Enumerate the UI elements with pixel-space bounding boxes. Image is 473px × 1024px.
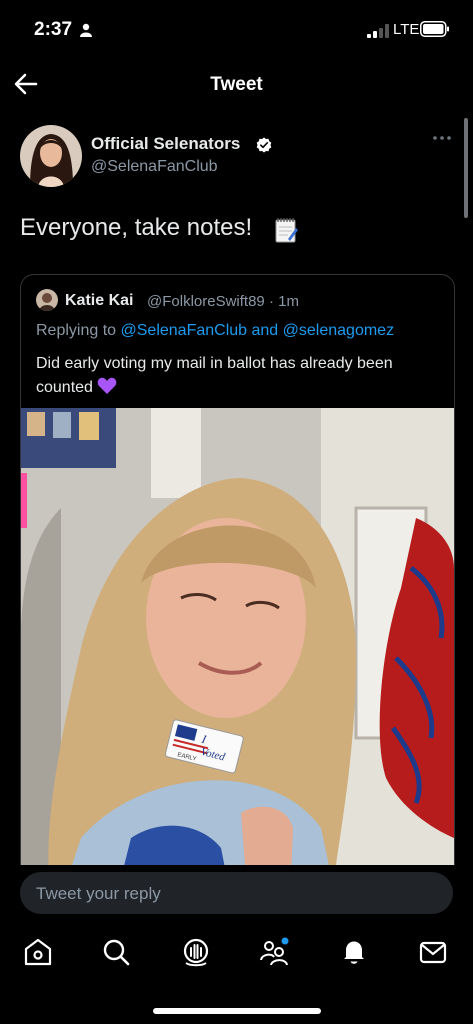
reply-mention-2[interactable]: @selenagomez — [283, 322, 394, 339]
reply-mention-1[interactable]: @SelenaFanClub — [121, 322, 248, 339]
quoted-text-block: Did early voting my mail in ballot has a… — [36, 352, 446, 400]
replying-prefix: Replying to — [36, 322, 117, 339]
battery-icon — [420, 21, 449, 37]
tweet: Official Selenators @SelenaFanClub Every… — [0, 110, 473, 865]
status-bar: 2:37 LTE — [0, 0, 473, 60]
home-indicator — [153, 1008, 321, 1014]
reply-input[interactable] — [34, 872, 438, 916]
reply-bar — [20, 872, 453, 916]
reply-and: and — [251, 322, 279, 339]
quoted-time: 1m — [278, 293, 299, 310]
home-icon[interactable] — [22, 936, 54, 968]
replying-to: Replying to @SelenaFanClub and @selenago… — [36, 322, 394, 340]
quoted-separator: · — [268, 293, 274, 310]
tab-bar — [0, 926, 473, 986]
quoted-meta: @FolkloreSwift89 · 1m — [147, 293, 299, 310]
spaces-icon[interactable] — [180, 936, 212, 968]
memo-icon — [275, 218, 298, 243]
author-name[interactable]: Official Selenators — [91, 134, 240, 154]
status-time: 2:37 — [34, 19, 73, 40]
author-handle[interactable]: @SelenaFanClub — [91, 158, 218, 176]
quoted-author-handle[interactable]: @FolkloreSwift89 — [147, 293, 265, 310]
quoted-text: Did early voting my mail in ballot has a… — [36, 355, 393, 396]
tweet-text: Everyone, take notes! — [20, 214, 253, 241]
avatar[interactable] — [20, 125, 82, 187]
verified-badge-icon — [256, 137, 272, 153]
signal-icon — [367, 24, 389, 38]
search-icon[interactable] — [100, 936, 132, 968]
quoted-photo[interactable]: I Voted EARLY — [21, 408, 454, 865]
messages-icon[interactable] — [417, 936, 449, 968]
page-title: Tweet — [210, 74, 263, 95]
person-icon — [80, 23, 92, 37]
header: Tweet — [0, 60, 473, 110]
purple-heart-icon — [98, 377, 117, 394]
quoted-avatar[interactable] — [36, 289, 58, 311]
network-label: LTE — [393, 21, 420, 38]
more-options-icon[interactable] — [432, 133, 452, 143]
notifications-icon[interactable] — [338, 936, 370, 968]
quoted-author-name[interactable]: Katie Kai — [65, 292, 133, 310]
communities-icon[interactable] — [258, 936, 290, 968]
quoted-tweet[interactable]: Katie Kai @FolkloreSwift89 · 1m Replying… — [20, 274, 455, 865]
